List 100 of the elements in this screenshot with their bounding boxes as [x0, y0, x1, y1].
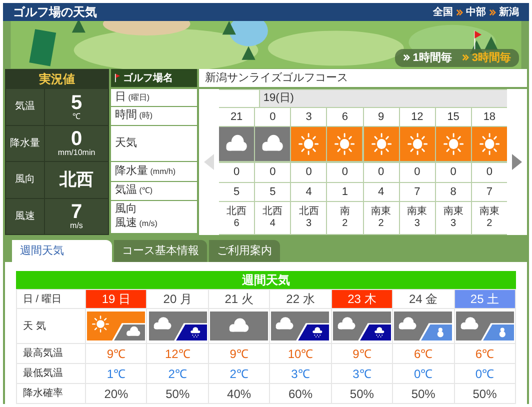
- high-temp-cell: 9℃: [332, 344, 392, 363]
- condition-label: 降水量: [6, 126, 44, 161]
- low-temp-cell: 1℃: [86, 364, 146, 383]
- day-header: 23 木: [332, 290, 392, 308]
- temp-cell: 1: [327, 183, 362, 201]
- next-arrow-icon[interactable]: [512, 154, 522, 170]
- low-temp-cell: 0℃: [454, 364, 515, 383]
- precip-chance-cell: 50%: [147, 384, 208, 403]
- precip-cell: 0: [255, 163, 290, 182]
- interval-tab[interactable]: 1時間毎: [402, 50, 452, 66]
- precip-chance-cell: 20%: [86, 384, 146, 403]
- hour-cell: 3: [291, 108, 326, 126]
- wind-cell: 南東 2: [364, 202, 399, 234]
- precip-cell: 0: [291, 163, 326, 182]
- temp-cell: 7: [472, 183, 507, 201]
- precip-cell: 0: [327, 163, 362, 182]
- hour-cell: 9: [364, 108, 399, 126]
- breadcrumb-link[interactable]: 中部: [466, 4, 486, 20]
- day-header: 19 日: [86, 290, 146, 308]
- low-temp-cell: 2℃: [147, 364, 208, 383]
- wind-cell: 北西 3: [291, 202, 326, 234]
- condition-value: 5: [70, 92, 82, 113]
- hour-cell: 21: [219, 108, 254, 126]
- row-label: 降水量 (mm/h): [111, 162, 197, 181]
- row-label: 最低気温: [17, 364, 85, 383]
- condition-unit: mm/10min: [58, 149, 96, 158]
- temp-cell: 7: [400, 183, 435, 201]
- hour-cell: 18: [472, 108, 507, 126]
- temp-cell: 4: [364, 183, 399, 201]
- flag-icon: [115, 73, 120, 83]
- course-name: 新潟サンライズゴルフコース: [199, 69, 527, 87]
- row-label: 降水確率: [17, 384, 85, 403]
- precip-cell: 0: [219, 163, 254, 182]
- low-temp-cell: 0℃: [393, 364, 454, 383]
- low-temp-cell: 3℃: [270, 364, 331, 383]
- temp-cell: 5: [255, 183, 290, 201]
- panel-title: 実況値: [38, 71, 76, 88]
- hour-cell: 0: [255, 108, 290, 126]
- day-header: 22 水: [270, 290, 331, 308]
- wind-cell: 南東 3: [436, 202, 471, 234]
- row-label: 最高気温: [17, 344, 85, 363]
- wind-cell: 南 2: [327, 202, 362, 234]
- high-temp-cell: 6℃: [393, 344, 454, 363]
- day-header: 20 月: [147, 290, 208, 308]
- precip-cell: 0: [400, 163, 435, 182]
- temp-cell: 8: [436, 183, 471, 201]
- hour-cell: 15: [436, 108, 471, 126]
- condition-value: 7: [70, 202, 82, 222]
- chevron-icon: [402, 54, 410, 62]
- precip-cell: 0: [364, 163, 399, 182]
- breadcrumb-link[interactable]: 全国: [433, 4, 453, 20]
- breadcrumb-link[interactable]: 新潟: [499, 4, 519, 20]
- precip-chance-cell: 50%: [393, 384, 454, 403]
- section-tab[interactable]: コース基本情報: [114, 240, 207, 262]
- precip-cell: 0: [436, 163, 471, 182]
- condition-label: 気温: [6, 89, 44, 124]
- temp-cell: 4: [291, 183, 326, 201]
- precip-chance-cell: 40%: [208, 384, 270, 403]
- condition-label: 風速: [6, 198, 44, 234]
- condition-unit: m/s: [70, 222, 83, 230]
- day-header: 24 金: [393, 290, 454, 308]
- condition-value: 0: [70, 129, 82, 150]
- chevron-icon: [489, 8, 496, 16]
- low-temp-cell: 2℃: [208, 364, 270, 383]
- high-temp-cell: 9℃: [86, 344, 146, 363]
- wind-cell: 北西 6: [219, 202, 254, 234]
- condition-unit: ℃: [72, 112, 80, 121]
- page-title: ゴルフ場の天気: [13, 4, 97, 22]
- row-label: 気温 (℃): [111, 182, 197, 200]
- high-temp-cell: 10℃: [270, 344, 331, 363]
- condition-value: 北西: [60, 171, 94, 188]
- low-temp-cell: 3℃: [332, 364, 392, 383]
- row-label: 時間 (時): [111, 107, 197, 125]
- wind-cell: 南東 3: [400, 202, 435, 234]
- section-tab[interactable]: 週間天気: [12, 240, 112, 262]
- row-label: 天気: [111, 126, 197, 161]
- high-temp-cell: 12℃: [147, 344, 208, 363]
- chevron-icon: [462, 54, 469, 62]
- row-label: 日 (曜日): [111, 89, 197, 106]
- wind-cell: 南東 2: [472, 202, 507, 234]
- hour-cell: 12: [400, 108, 435, 126]
- row-label: 風向 風速 (m/s): [111, 201, 197, 233]
- precip-chance-cell: 50%: [332, 384, 392, 403]
- high-temp-cell: 6℃: [454, 344, 515, 363]
- temp-cell: 5: [219, 183, 254, 201]
- row-label: 日 / 曜日: [17, 290, 85, 308]
- precip-cell: 0: [472, 163, 507, 182]
- high-temp-cell: 9℃: [208, 344, 270, 363]
- course-label-text: ゴルフ場名: [123, 72, 173, 86]
- wind-cell: 北西 4: [255, 202, 290, 234]
- precip-chance-cell: 50%: [454, 384, 515, 403]
- day-header: 25 土: [454, 290, 515, 308]
- hour-cell: 6: [327, 108, 362, 126]
- precip-chance-cell: 60%: [270, 384, 331, 403]
- date-header: 19(日): [260, 90, 507, 107]
- condition-label: 風向: [6, 162, 44, 198]
- row-label: 天 気: [17, 309, 85, 343]
- weekly-title: 週間天気: [16, 271, 516, 289]
- section-tab[interactable]: ご利用案内: [209, 240, 280, 262]
- day-header: 21 火: [208, 290, 270, 308]
